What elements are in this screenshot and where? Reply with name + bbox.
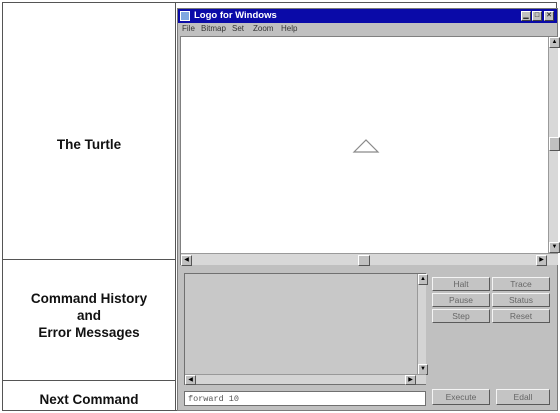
menu-zoom[interactable]: Zoom xyxy=(253,24,273,33)
history-scroll-right-icon[interactable]: ▶ xyxy=(405,375,416,385)
table-divider-2 xyxy=(2,380,176,381)
scroll-down-icon[interactable]: ▼ xyxy=(549,242,560,253)
command-input[interactable]: forward 10 xyxy=(184,391,426,406)
command-history-box[interactable]: ▲ ▼ ◀ ▶ xyxy=(184,273,428,385)
execute-button[interactable]: Execute xyxy=(432,389,490,405)
history-scroll-left-icon[interactable]: ◀ xyxy=(185,375,196,385)
minimize-icon: ▁ xyxy=(523,12,529,19)
scroll-right-icon[interactable]: ▶ xyxy=(536,255,547,266)
turtle-icon xyxy=(352,139,380,153)
close-button[interactable]: ✕ xyxy=(544,11,554,21)
menu-file[interactable]: File xyxy=(182,24,195,33)
horizontal-scroll-thumb[interactable] xyxy=(358,255,370,266)
close-icon: ✕ xyxy=(546,12,552,19)
minimize-button[interactable]: ▁ xyxy=(521,11,531,21)
status-button[interactable]: Status xyxy=(492,293,550,307)
turtle-canvas[interactable]: ▲ ▼ ◀ ▶ xyxy=(180,36,560,266)
menu-bitmap[interactable]: Bitmap xyxy=(201,24,226,33)
vertical-scroll-thumb[interactable] xyxy=(549,137,560,151)
history-caption-line3: Error Messages xyxy=(38,325,140,340)
table-divider-vertical xyxy=(175,2,176,411)
history-caption-line1: Command History xyxy=(30,291,148,306)
canvas-horizontal-scrollbar[interactable]: ◀ ▶ xyxy=(181,253,558,266)
canvas-vertical-scrollbar[interactable]: ▲ ▼ xyxy=(548,37,560,253)
pause-button[interactable]: Pause xyxy=(432,293,490,307)
trace-button[interactable]: Trace xyxy=(492,277,550,291)
maximize-button[interactable]: □ xyxy=(532,11,542,21)
edall-button[interactable]: Edall xyxy=(496,389,550,405)
logo-window: Logo for Windows ▁ □ ✕ File Bitmap Set Z… xyxy=(177,8,560,411)
table-divider-1 xyxy=(2,259,176,260)
scroll-left-icon[interactable]: ◀ xyxy=(181,255,192,266)
turtle-caption: The Turtle xyxy=(56,137,122,152)
maximize-icon: □ xyxy=(534,12,540,19)
scroll-up-icon[interactable]: ▲ xyxy=(549,37,560,48)
history-horizontal-scrollbar[interactable]: ◀ ▶ xyxy=(185,374,426,385)
menu-help[interactable]: Help xyxy=(281,24,297,33)
app-icon[interactable] xyxy=(180,11,190,21)
title-bar[interactable]: Logo for Windows ▁ □ ✕ xyxy=(178,9,557,23)
history-vertical-scrollbar[interactable]: ▲ ▼ xyxy=(417,274,428,375)
next-command-caption: Next Command xyxy=(39,392,139,407)
halt-button[interactable]: Halt xyxy=(432,277,490,291)
window-title: Logo for Windows xyxy=(194,10,277,21)
history-caption-line2: and xyxy=(76,308,101,323)
menu-bar: File Bitmap Set Zoom Help xyxy=(178,23,557,36)
history-scroll-up-icon[interactable]: ▲ xyxy=(418,274,428,285)
menu-set[interactable]: Set xyxy=(232,24,244,33)
step-button[interactable]: Step xyxy=(432,309,490,323)
reset-button[interactable]: Reset xyxy=(492,309,550,323)
